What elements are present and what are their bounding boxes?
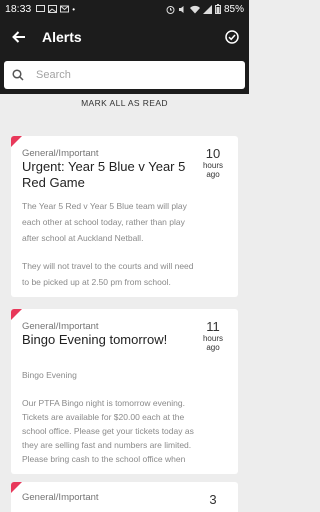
- alert-age: 11 hours ago: [195, 319, 231, 352]
- alert-body-line: They will not travel to the courts and w…: [22, 261, 194, 271]
- mark-read-button[interactable]: [215, 18, 249, 56]
- alert-age-number: 10: [205, 146, 221, 161]
- alert-body-line: after school at Auckland Netball.: [22, 233, 144, 243]
- battery-icon: [214, 4, 221, 14]
- arrow-left-icon: [12, 31, 25, 43]
- unread-marker: [11, 309, 22, 320]
- back-button[interactable]: [0, 18, 38, 56]
- page-title: Alerts: [42, 29, 82, 45]
- alert-subtitle: Bingo Evening: [22, 370, 77, 380]
- unread-marker: [11, 482, 22, 493]
- alert-body-line: school office. Please get your tickets t…: [22, 426, 194, 436]
- alert-title-line: Bingo Evening tomorrow!: [22, 332, 168, 347]
- alert-age-suffix: ago: [206, 170, 220, 179]
- alert-category: General/Important: [22, 148, 99, 159]
- alert-body-line: The Year 5 Red v Year 5 Blue team will p…: [22, 201, 187, 211]
- alert-body-line: Our PTFA Bingo night is tomorrow evening…: [22, 398, 185, 408]
- alert-body-line: Please bring cash to the school office w…: [22, 454, 186, 464]
- alert-body-line: each other at school today, rather than …: [22, 217, 185, 227]
- check-circle-icon: [225, 30, 239, 44]
- alert-age: 10 hours ago: [195, 146, 231, 179]
- battery-percent: 85%: [223, 3, 244, 15]
- search-bar: [0, 56, 249, 94]
- alert-age-number: 11: [206, 319, 220, 334]
- alert-card[interactable]: General/Important Bingo Evening tomorrow…: [11, 309, 238, 474]
- message-icon: [36, 5, 46, 12]
- wifi-icon: [189, 5, 200, 13]
- alert-body-line: Tickets are available for $20.00 each at…: [22, 412, 185, 422]
- alert-card[interactable]: General/Important Urgent: Year 5 Blue v …: [11, 136, 238, 297]
- signal-icon: [202, 4, 212, 14]
- mark-all-as-read-link[interactable]: MARK ALL AS READ: [0, 98, 249, 108]
- image-icon: [48, 5, 58, 13]
- alert-category: General/Important: [22, 492, 99, 503]
- alert-body-line: to be picked up at 2.50 pm from school.: [22, 277, 171, 287]
- mail-icon: [60, 5, 70, 13]
- alert-age-unit: hours: [202, 334, 223, 343]
- search-icon: [12, 69, 24, 81]
- alert-title-line: Red Game: [22, 175, 85, 190]
- search-box[interactable]: [4, 61, 245, 89]
- app-bar: Alerts: [0, 18, 249, 56]
- alarm-icon: [166, 5, 175, 14]
- status-bar: 18:33 • 85%: [0, 0, 249, 18]
- unread-marker: [11, 136, 22, 147]
- alert-body-line: they are selling fast and numbers are li…: [22, 440, 192, 450]
- alert-category: General/Important: [22, 321, 99, 332]
- alert-card[interactable]: General/Important 3: [11, 482, 238, 512]
- alert-age-unit: hours: [202, 161, 223, 170]
- alert-age: 3: [195, 492, 231, 507]
- more-dot-icon: •: [72, 4, 76, 14]
- alert-age-suffix: ago: [206, 343, 220, 352]
- mute-icon: [178, 5, 184, 13]
- alert-title-line: Urgent: Year 5 Blue v Year 5: [22, 159, 186, 174]
- notification-icons: •: [36, 5, 75, 14]
- alert-age-number: 3: [209, 492, 217, 507]
- search-input[interactable]: [36, 69, 216, 81]
- status-time: 18:33: [5, 3, 32, 15]
